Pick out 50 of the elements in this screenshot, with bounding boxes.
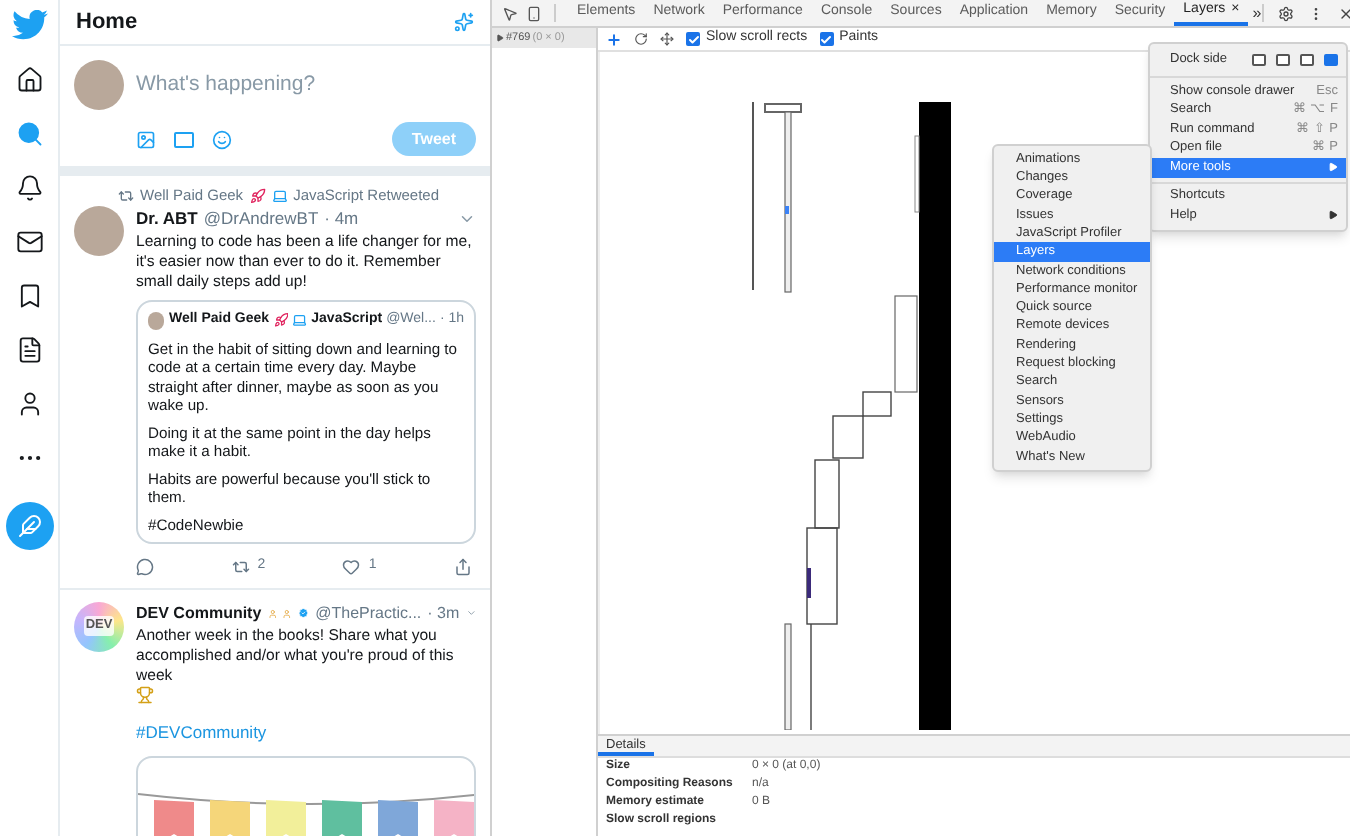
smile-icon[interactable] [212, 129, 232, 149]
tweet-time: · 3m [427, 601, 460, 625]
close-icon[interactable] [1337, 5, 1350, 21]
trophy-icon [136, 685, 154, 703]
reply-icon[interactable] [136, 557, 154, 576]
expand-arrow-icon[interactable] [496, 34, 504, 42]
settings-icon[interactable] [1277, 5, 1294, 21]
bookmark-icon[interactable] [15, 282, 43, 310]
device-toolbar-icon[interactable] [526, 5, 542, 21]
home-icon[interactable] [15, 66, 43, 94]
heart-icon[interactable] [342, 557, 361, 576]
dock-undock-icon[interactable] [1252, 54, 1266, 66]
feather-icon [17, 514, 41, 538]
compose-tweet-button[interactable] [5, 502, 53, 550]
image-icon[interactable] [136, 129, 156, 149]
quoted-avatar [148, 311, 165, 330]
quoted-tweet-card[interactable] [136, 300, 476, 544]
retweet-icon [118, 187, 134, 204]
retweet-icon[interactable] [231, 557, 250, 576]
tweet-time: · 4m [324, 206, 359, 232]
move-icon[interactable] [660, 32, 674, 46]
author-handle: @DrAndrewBT [203, 206, 319, 232]
bird-logo-icon[interactable] [11, 10, 47, 40]
author-handle: @ThePractic... [315, 601, 422, 625]
author-name[interactable]: Dr. ABT [136, 206, 198, 232]
avatar [74, 60, 124, 110]
person-icon [267, 605, 277, 621]
pan-mode-icon[interactable] [606, 31, 622, 47]
mail-icon[interactable] [15, 228, 43, 256]
dock-bottom-icon[interactable] [1300, 54, 1314, 66]
bell-icon[interactable] [15, 174, 43, 202]
laptop-icon [271, 187, 288, 204]
more-tabs-chevron[interactable]: » [1252, 1, 1262, 25]
dock-left-icon[interactable] [1276, 54, 1290, 66]
author-name[interactable]: DEV Community [136, 601, 262, 625]
person-icon [282, 605, 293, 621]
checkbox[interactable] [686, 32, 700, 46]
checkbox[interactable] [819, 32, 834, 46]
page-title: Home [76, 7, 138, 38]
rotate-mode-icon[interactable] [634, 32, 648, 46]
person-icon[interactable] [15, 390, 43, 418]
share-icon[interactable] [453, 557, 472, 576]
inspect-icon[interactable] [502, 5, 518, 21]
avatar [74, 206, 124, 257]
laptop-icon [292, 312, 308, 329]
document-icon[interactable] [15, 336, 43, 364]
sparkle-icon[interactable] [454, 12, 474, 32]
rocket-icon [249, 187, 266, 204]
rocket-icon [273, 312, 289, 329]
search-icon[interactable] [15, 120, 43, 148]
